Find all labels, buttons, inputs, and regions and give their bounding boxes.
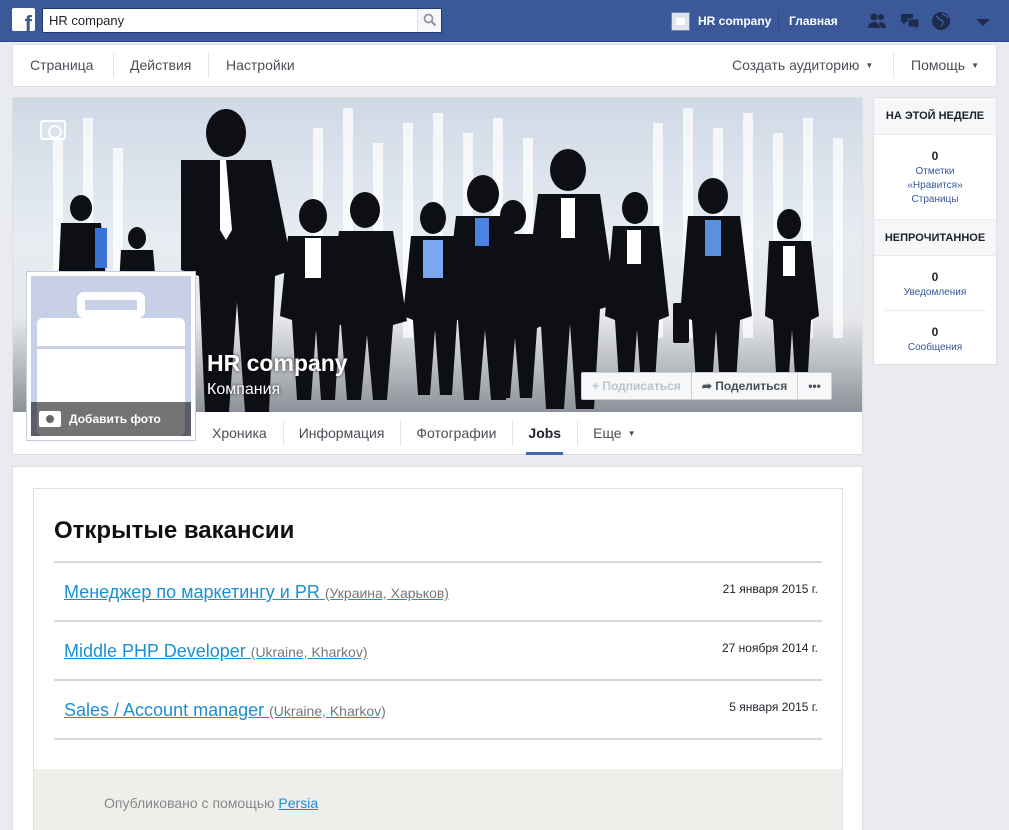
- notifications-globe-icon[interactable]: [930, 10, 952, 32]
- profile-picture[interactable]: Добавить фото: [26, 271, 196, 441]
- add-photo-label: Добавить фото: [69, 412, 161, 426]
- vacancy-date: 5 января 2015 г.: [729, 700, 818, 714]
- profile-picture-placeholder: Добавить фото: [31, 276, 191, 436]
- jobs-tab-card: Открытые вакансии Менеджер по маркетингу…: [12, 466, 863, 830]
- notifications-count: 0: [931, 270, 939, 284]
- tab-more[interactable]: Еще ▼: [577, 412, 651, 455]
- likes-count: 0: [931, 149, 939, 163]
- tab-jobs[interactable]: Jobs: [512, 412, 577, 455]
- vacancy-location: (Украина, Харьков): [324, 585, 449, 601]
- divider: [113, 53, 114, 78]
- page-stats-panel: НА ЭТОЙ НЕДЕЛЕ 0 Отметки «Нравится» Стра…: [873, 97, 997, 365]
- messages-icon[interactable]: [899, 10, 921, 32]
- page-header-card: HR company Компания + Подписаться ➦ Поде…: [12, 97, 863, 455]
- top-divider: [778, 12, 779, 30]
- messages-stat[interactable]: 0 Сообщения: [874, 311, 996, 355]
- friends-icon[interactable]: [866, 10, 888, 32]
- persia-link[interactable]: Persia: [278, 795, 318, 811]
- powered-by-text: Опубликовано с помощью Persia: [104, 795, 318, 811]
- share-arrow-icon: ➦: [701, 379, 716, 393]
- vacancy-title: Менеджер по маркетингу и PR: [64, 582, 320, 602]
- likes-label-line3: Страницы: [911, 194, 959, 205]
- create-audience-label: Создать аудиторию: [732, 57, 860, 73]
- vacancy-link[interactable]: Middle PHP Developer (Ukraine, Kharkov): [64, 641, 367, 662]
- jobs-app-frame: Открытые вакансии Менеджер по маркетингу…: [33, 488, 843, 830]
- likes-stat[interactable]: 0 Отметки «Нравится» Страницы: [874, 135, 996, 219]
- vacancies-list: Менеджер по маркетингу и PR (Украина, Ха…: [54, 561, 822, 740]
- this-week-heading: НА ЭТОЙ НЕДЕЛЕ: [874, 98, 996, 135]
- page-admin-bar: Страница Действия Настройки Создать ауди…: [12, 44, 997, 87]
- divider: [893, 53, 894, 78]
- cover-action-buttons: + Подписаться ➦ Поделиться •••: [581, 372, 832, 400]
- vacancy-location: (Ukraine, Kharkov): [269, 703, 386, 719]
- plus-icon: +: [592, 379, 603, 393]
- subscribe-label: Подписаться: [602, 379, 681, 393]
- unread-heading: НЕПРОЧИТАННОЕ: [874, 219, 996, 256]
- account-menu-icon[interactable]: [972, 12, 994, 34]
- vacancy-date: 21 января 2015 г.: [722, 582, 818, 596]
- share-label: Поделиться: [715, 379, 788, 393]
- search-icon: [423, 13, 437, 27]
- admin-settings-link[interactable]: Настройки: [226, 45, 295, 86]
- vacancy-date: 27 ноября 2014 г.: [722, 641, 818, 655]
- jobs-footer: Опубликовано с помощью Persia: [34, 769, 842, 830]
- vacancy-link[interactable]: Менеджер по маркетингу и PR (Украина, Ха…: [64, 582, 449, 603]
- tab-info[interactable]: Информация: [282, 412, 401, 455]
- caret-down-icon: ▼: [971, 61, 979, 70]
- likes-label-line1: Отметки: [915, 166, 955, 177]
- tab-timeline[interactable]: Хроника: [196, 412, 283, 455]
- camera-icon: [39, 411, 61, 427]
- subscribe-button[interactable]: + Подписаться: [582, 373, 692, 399]
- vacancy-title: Middle PHP Developer: [64, 641, 246, 661]
- open-vacancies-title: Открытые вакансии: [54, 517, 295, 544]
- caret-down-icon: ▼: [627, 429, 636, 438]
- page-name: HR company: [207, 350, 348, 376]
- search-button[interactable]: [417, 9, 441, 32]
- admin-actions-link[interactable]: Действия: [130, 45, 191, 86]
- search-input[interactable]: [43, 9, 417, 32]
- caret-down-icon: ▼: [865, 61, 874, 70]
- notifications-label: Уведомления: [903, 287, 967, 298]
- vacancy-location: (Ukraine, Kharkov): [250, 644, 368, 660]
- home-link[interactable]: Главная: [789, 14, 838, 28]
- likes-label-line2: «Нравится»: [907, 180, 963, 191]
- tab-more-label: Еще: [593, 425, 622, 441]
- admin-page-link[interactable]: Страница: [30, 45, 93, 86]
- page-avatar-icon: [671, 11, 690, 31]
- vacancy-link[interactable]: Sales / Account manager (Ukraine, Kharko…: [64, 700, 386, 721]
- messages-label: Сообщения: [907, 342, 963, 353]
- help-dropdown[interactable]: Помощь ▼: [911, 45, 979, 86]
- top-profile-name: HR company: [698, 14, 772, 28]
- top-profile-link[interactable]: HR company: [671, 10, 771, 32]
- page-category: Компания: [207, 381, 281, 398]
- divider: [208, 53, 209, 78]
- vacancy-title: Sales / Account manager: [64, 700, 265, 720]
- page-tabs: Хроника Информация Фотографии Jobs Еще ▼: [196, 412, 652, 455]
- help-label: Помощь: [911, 57, 966, 73]
- vacancy-row: Sales / Account manager (Ukraine, Kharko…: [54, 681, 822, 740]
- facebook-logo-icon[interactable]: f: [12, 8, 35, 31]
- vacancy-row: Middle PHP Developer (Ukraine, Kharkov) …: [54, 622, 822, 681]
- top-bar: f HR company Главная: [0, 0, 1009, 42]
- search-box: [42, 8, 442, 33]
- add-photo-button[interactable]: Добавить фото: [31, 402, 191, 436]
- vacancy-row: Менеджер по маркетингу и PR (Украина, Ха…: [54, 563, 822, 622]
- powered-by-label: Опубликовано с помощью: [104, 795, 275, 811]
- notifications-stat[interactable]: 0 Уведомления: [874, 256, 996, 300]
- messages-count: 0: [931, 325, 939, 339]
- change-cover-camera-icon[interactable]: [40, 120, 66, 140]
- tab-photos[interactable]: Фотографии: [400, 412, 512, 455]
- create-audience-dropdown[interactable]: Создать аудиторию ▼: [732, 45, 873, 86]
- share-button[interactable]: ➦ Поделиться: [692, 373, 799, 399]
- more-options-button[interactable]: •••: [798, 373, 831, 399]
